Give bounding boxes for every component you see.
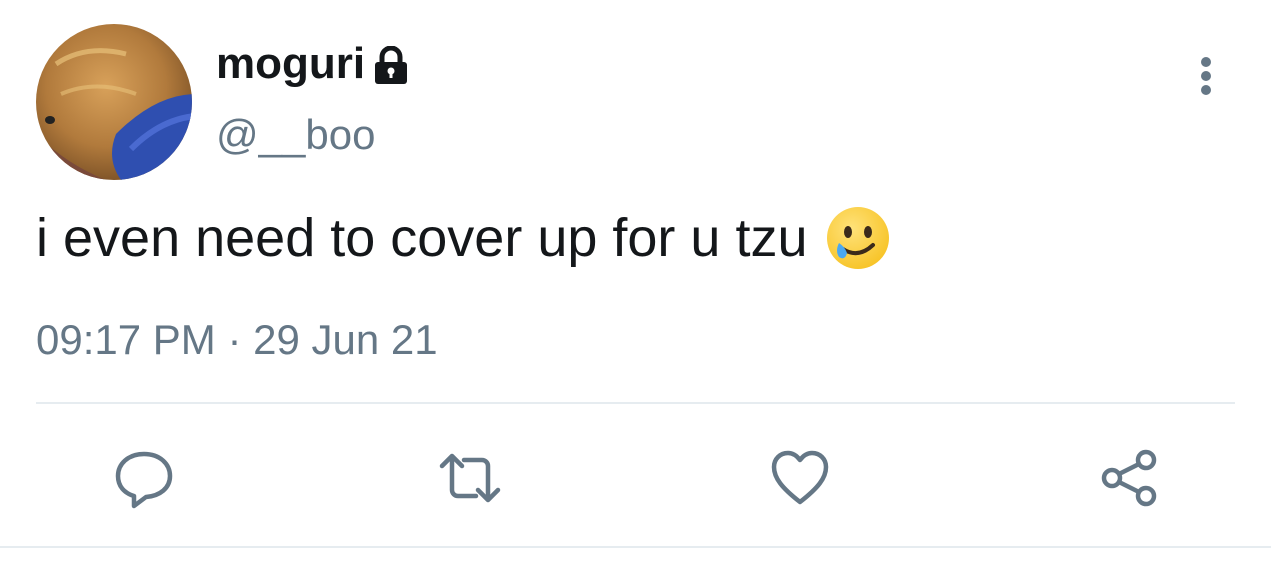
bottom-divider (0, 546, 1271, 548)
tweet-card: moguri @__boo i even need to cover up fo… (0, 0, 1271, 567)
user-handle[interactable]: @__boo (216, 108, 375, 162)
display-name[interactable]: moguri (216, 36, 365, 92)
retweet-icon[interactable] (438, 446, 502, 510)
reply-icon[interactable] (112, 446, 176, 510)
share-icon[interactable] (1098, 446, 1162, 510)
tweet-text: i even need to cover up for u tzu (36, 208, 808, 268)
more-vertical-icon[interactable] (1188, 52, 1224, 100)
display-name-row: moguri (216, 36, 409, 92)
smiling-face-with-tear-icon (825, 205, 891, 271)
like-icon[interactable] (768, 446, 832, 510)
divider (36, 402, 1235, 404)
avatar-image (36, 24, 192, 180)
avatar[interactable] (36, 24, 192, 180)
timestamp[interactable]: 09:17 PM · 29 Jun 21 (36, 312, 438, 368)
lock-icon (373, 44, 409, 84)
tweet-text-row: i even need to cover up for u tzu (36, 200, 891, 276)
